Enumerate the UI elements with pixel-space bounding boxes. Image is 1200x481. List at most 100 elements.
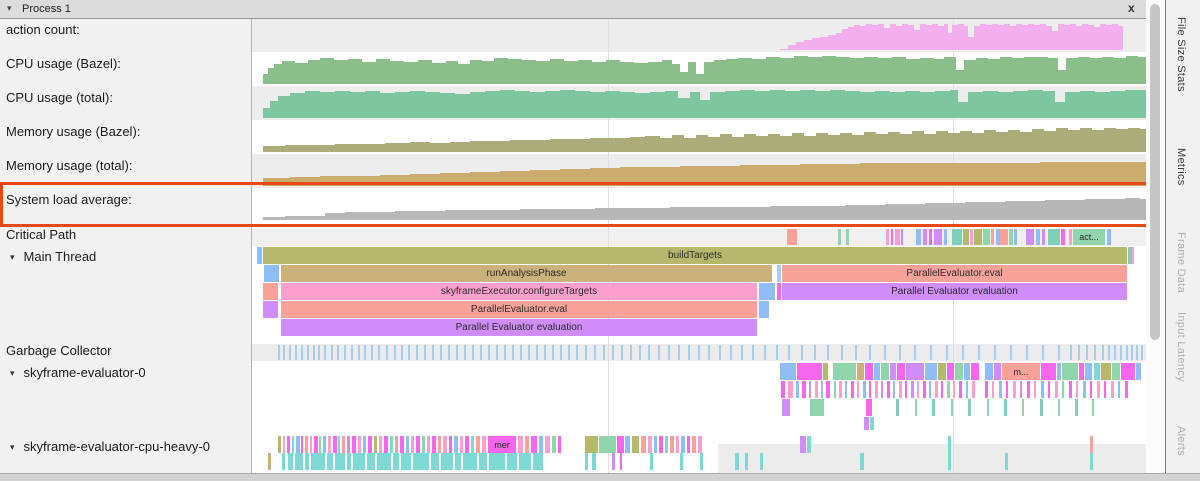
slice[interactable] [599, 436, 616, 453]
slice[interactable] [897, 363, 905, 380]
slice[interactable] [692, 436, 696, 453]
slice[interactable] [968, 399, 971, 416]
slice[interactable] [479, 453, 487, 470]
slice[interactable] [488, 345, 490, 360]
slice[interactable] [377, 453, 391, 470]
slice[interactable] [891, 229, 893, 245]
slice[interactable] [941, 381, 943, 398]
slice[interactable] [545, 436, 550, 453]
slice[interactable] [676, 436, 679, 453]
slice[interactable] [1076, 381, 1078, 398]
slice[interactable] [899, 381, 902, 398]
slice[interactable] [1097, 381, 1100, 398]
slice[interactable] [796, 381, 799, 398]
slice[interactable] [296, 436, 300, 453]
slice[interactable] [800, 436, 806, 453]
slice[interactable] [1005, 453, 1008, 470]
slice[interactable] [465, 436, 469, 453]
slice[interactable] [367, 453, 375, 470]
slice[interactable] [1104, 381, 1106, 398]
slice[interactable] [1121, 363, 1135, 380]
process-collapse-arrow-icon[interactable]: ▾ [7, 3, 12, 14]
slice[interactable] [987, 399, 989, 416]
slice[interactable] [983, 229, 990, 245]
slice[interactable] [347, 453, 351, 470]
slice[interactable] [834, 381, 836, 398]
slice[interactable] [841, 345, 843, 360]
slice[interactable] [504, 345, 506, 360]
slice[interactable] [328, 436, 331, 453]
slice[interactable] [358, 345, 360, 360]
slice[interactable] [441, 453, 453, 470]
slice[interactable] [1009, 229, 1013, 245]
slice[interactable] [323, 436, 326, 453]
slice-buildTargets[interactable]: buildTargets [263, 247, 1127, 264]
slice[interactable] [311, 453, 325, 470]
slice[interactable] [886, 229, 889, 245]
slice[interactable] [552, 345, 554, 360]
slice[interactable] [797, 363, 822, 380]
slice[interactable] [641, 436, 646, 453]
slice[interactable] [971, 363, 979, 380]
slice[interactable] [759, 283, 775, 300]
slice[interactable] [1094, 363, 1100, 380]
slice[interactable] [278, 345, 280, 360]
slice[interactable] [1048, 229, 1060, 245]
slice[interactable] [1112, 363, 1120, 380]
slice[interactable] [1069, 381, 1072, 398]
tab-frame-data[interactable]: Frame Data [1175, 232, 1187, 293]
slice[interactable] [869, 345, 871, 360]
slice[interactable] [448, 345, 450, 360]
slice[interactable] [401, 345, 403, 360]
slice[interactable] [923, 381, 926, 398]
slice[interactable] [314, 436, 318, 453]
slice[interactable] [568, 345, 570, 360]
slice[interactable] [1125, 381, 1128, 398]
slice[interactable] [735, 453, 739, 470]
slice[interactable] [1036, 229, 1040, 245]
slice[interactable] [962, 345, 964, 360]
slice[interactable] [395, 436, 398, 453]
slice[interactable] [938, 363, 946, 380]
vertical-scrollbar-thumb[interactable] [1150, 4, 1160, 340]
slice[interactable] [278, 436, 281, 453]
slice[interactable] [379, 436, 382, 453]
slice[interactable] [994, 345, 996, 360]
slice[interactable] [520, 345, 522, 360]
slice[interactable] [866, 399, 872, 416]
slice[interactable] [1120, 345, 1122, 360]
slice[interactable] [1014, 229, 1017, 245]
slice[interactable] [358, 436, 361, 453]
slice[interactable] [700, 453, 703, 470]
slice[interactable] [1034, 381, 1036, 398]
slice[interactable] [282, 453, 285, 470]
slice[interactable] [648, 436, 652, 453]
slice[interactable] [471, 436, 474, 453]
slice-Parallel Evaluator evaluation[interactable]: Parallel Evaluator evaluation [281, 319, 757, 336]
slice[interactable] [489, 453, 505, 470]
slice[interactable] [1057, 363, 1061, 380]
process-close-icon[interactable]: x [1128, 1, 1135, 15]
slice[interactable] [384, 436, 388, 453]
slice[interactable] [1108, 345, 1110, 360]
slice[interactable] [374, 436, 377, 453]
tab-metrics[interactable]: Metrics [1175, 148, 1187, 186]
slice[interactable] [1090, 381, 1092, 398]
slice[interactable] [916, 229, 921, 245]
slice[interactable] [1041, 381, 1044, 398]
slice[interactable] [875, 381, 878, 398]
slice[interactable] [408, 345, 410, 360]
tab-file-size-stats[interactable]: File Size Stats [1175, 17, 1187, 92]
slice-ParallelEvaluator.eval[interactable]: ParallelEvaluator.eval [281, 301, 757, 318]
slice[interactable] [654, 436, 657, 453]
slice[interactable] [781, 381, 785, 398]
slice[interactable] [863, 381, 866, 398]
slice-skyframeExecutor.configureTargets[interactable]: skyframeExecutor.configureTargets [281, 283, 757, 300]
slice[interactable] [472, 345, 474, 360]
slice[interactable] [422, 436, 425, 453]
slice[interactable] [368, 436, 372, 453]
slice[interactable] [857, 381, 859, 398]
slice[interactable] [966, 381, 968, 398]
slice[interactable] [1085, 363, 1092, 380]
slice[interactable] [454, 436, 458, 453]
